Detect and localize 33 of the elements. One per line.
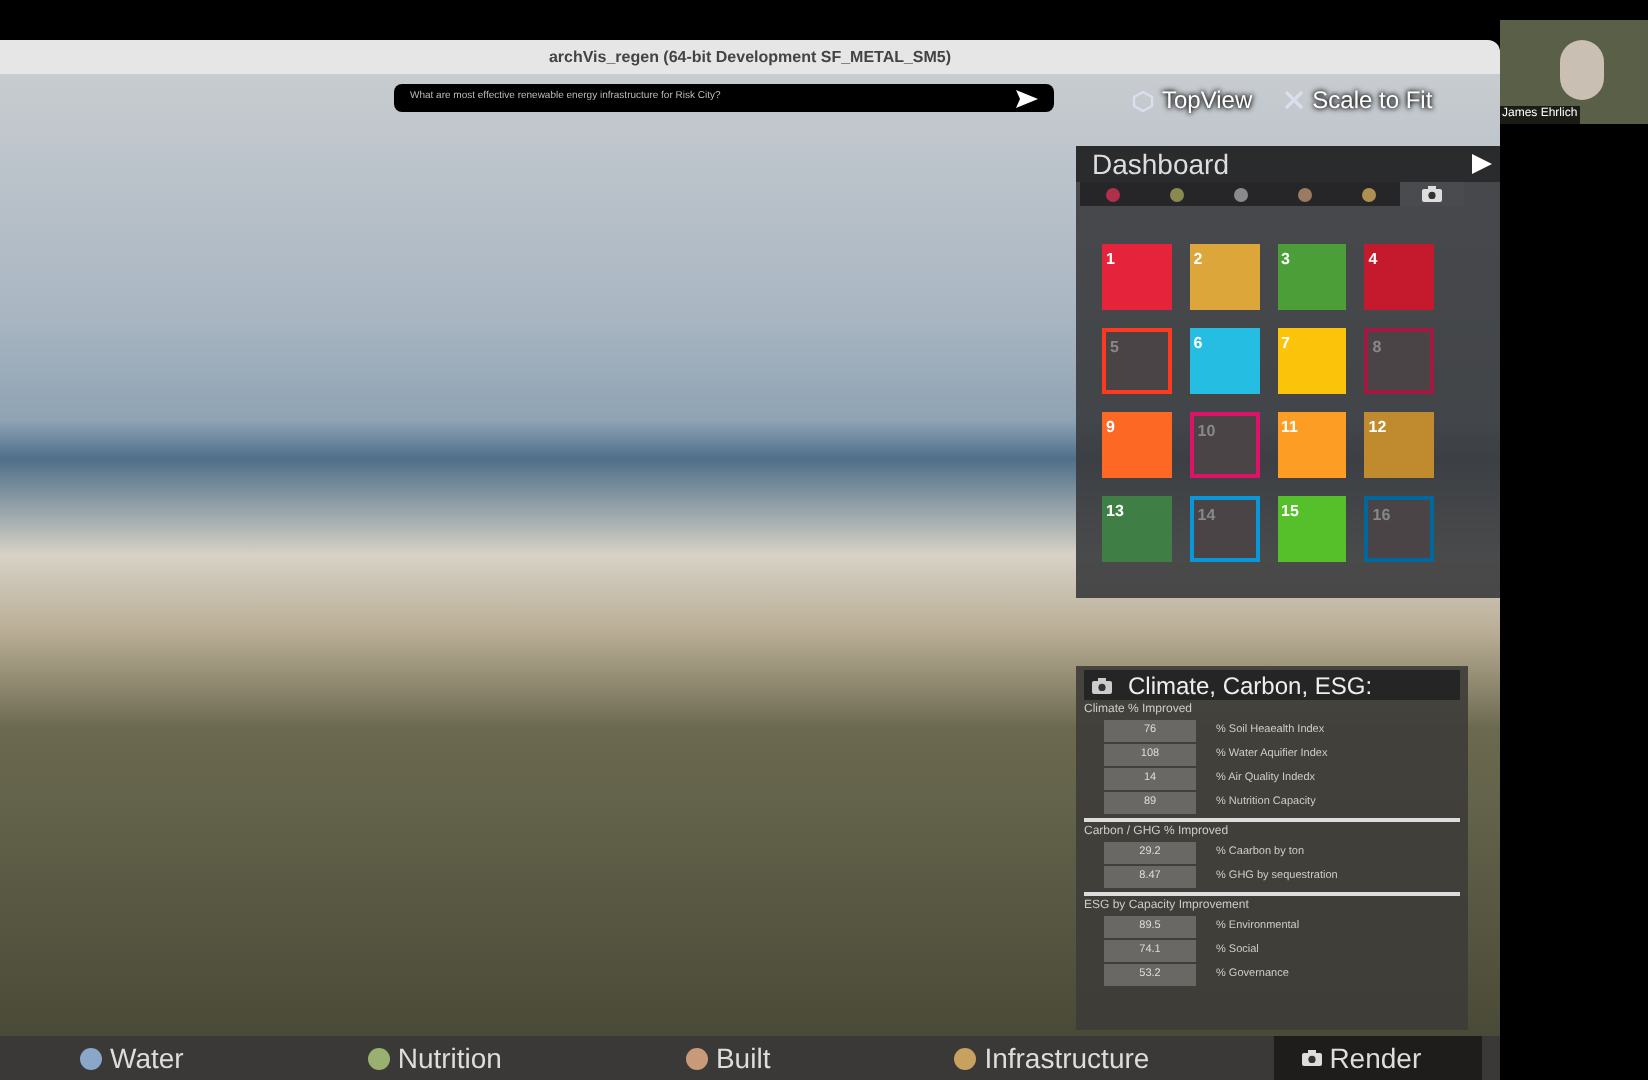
top-view-button[interactable]: TopView <box>1132 82 1253 118</box>
goal-tile[interactable]: 8 <box>1364 328 1434 394</box>
bottom-tab[interactable]: Infrastructure <box>874 1036 1254 1080</box>
goal-tile[interactable]: 12 <box>1364 412 1434 478</box>
climate-panel-title: Climate, Carbon, ESG: <box>1128 669 1373 703</box>
goal-tile[interactable]: 3 <box>1277 244 1347 310</box>
dashboard-title: Dashboard <box>1092 145 1229 183</box>
goal-tile[interactable]: 15 <box>1277 496 1347 562</box>
bottom-tab[interactable]: Water <box>0 1036 288 1080</box>
scale-to-fit-button[interactable]: Scale to Fit <box>1284 82 1433 118</box>
person-silhouette-icon <box>1560 40 1604 100</box>
window-title: archVis_regen (64-bit Development SF_METAL_SM5) <box>548 45 952 69</box>
goal-tile[interactable]: 5 <box>1102 328 1172 394</box>
goal-tile[interactable]: 6 <box>1189 328 1259 394</box>
camera-icon <box>1092 677 1112 693</box>
cube-icon <box>1132 89 1154 111</box>
bottom-tab[interactable]: Nutrition <box>287 1036 606 1080</box>
goal-tile[interactable]: 7 <box>1277 328 1347 394</box>
goal-tile[interactable]: 1 <box>1102 244 1172 310</box>
close-icon <box>1284 90 1305 110</box>
goal-tile[interactable]: 4 <box>1364 244 1434 310</box>
goal-tile[interactable]: 9 <box>1102 412 1172 478</box>
goal-tile[interactable]: 10 <box>1189 412 1259 478</box>
send-icon[interactable] <box>1016 89 1038 107</box>
goal-tile[interactable]: 13 <box>1102 496 1172 562</box>
goal-tile[interactable]: 14 <box>1189 496 1259 562</box>
dashboard-tab[interactable] <box>1400 182 1464 206</box>
goal-tile[interactable]: 2 <box>1189 244 1259 310</box>
goal-tile[interactable]: 11 <box>1277 412 1347 478</box>
goal-tile[interactable]: 16 <box>1364 496 1434 562</box>
play-icon[interactable] <box>1472 154 1492 174</box>
bottom-tab[interactable]: Built <box>605 1036 875 1080</box>
bottom-tab[interactable]: Render <box>1273 1036 1482 1080</box>
